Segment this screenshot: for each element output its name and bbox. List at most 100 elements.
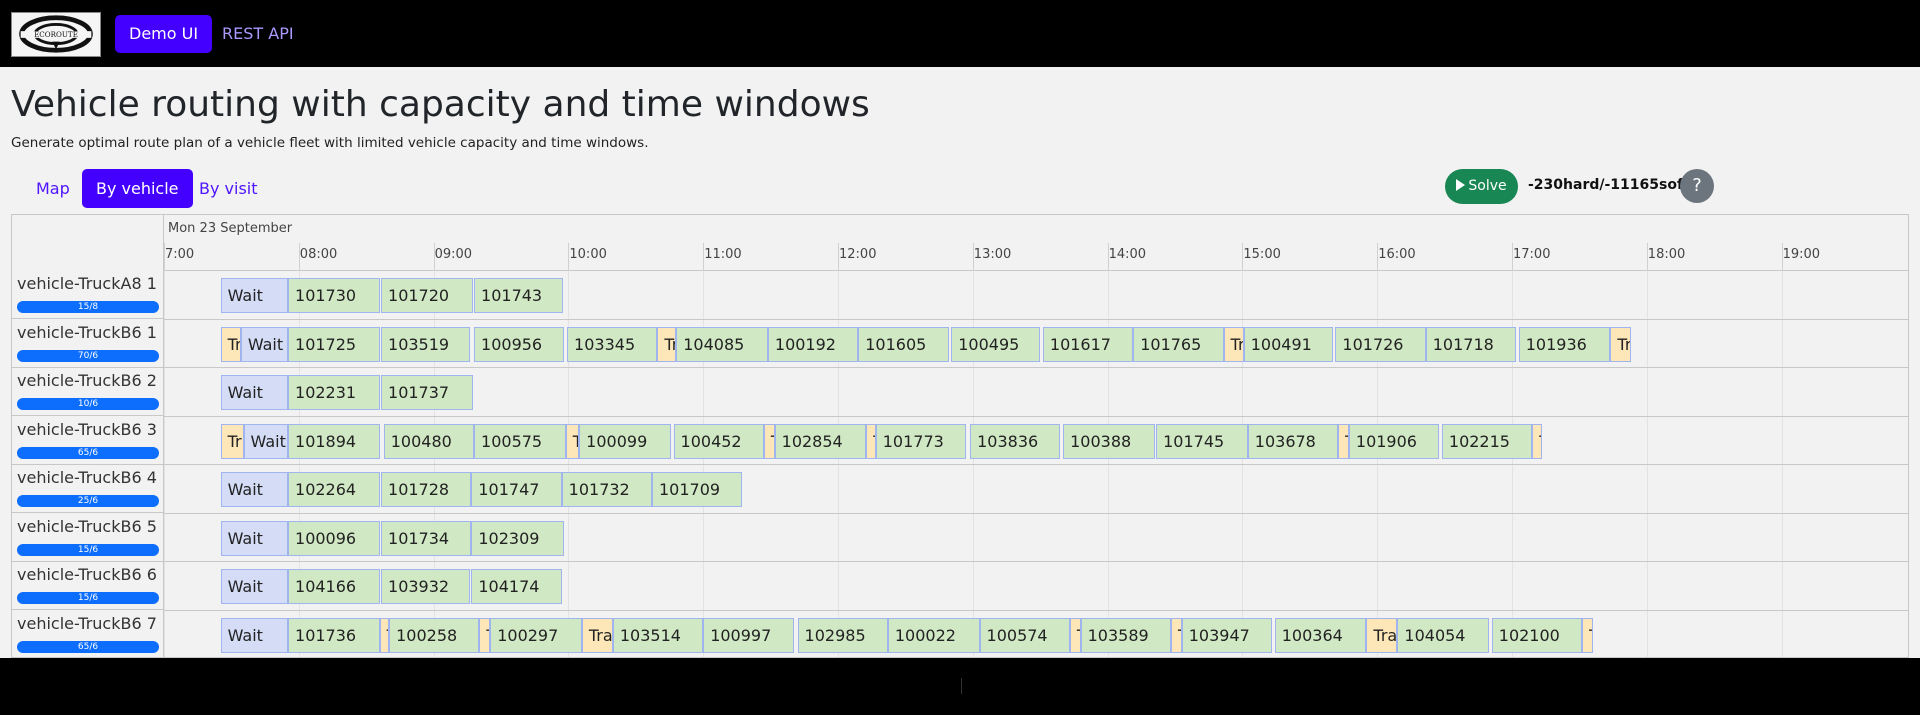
visit-item[interactable]: 104054 [1397,617,1490,653]
visit-item[interactable]: 103678 [1247,423,1339,459]
travel-item[interactable]: T [1582,617,1593,653]
travel-item[interactable]: Tr [220,423,244,459]
travel-item[interactable]: T [479,617,491,653]
visit-item[interactable]: 101936 [1518,326,1611,362]
visit-item[interactable]: 102100 [1491,617,1583,653]
visit-item[interactable]: 104085 [676,326,768,362]
wait-item[interactable]: Wait [220,278,288,313]
wait-item[interactable]: Wait [243,423,288,459]
visit-item[interactable]: 100452 [673,423,764,459]
travel-item[interactable]: T [866,423,876,459]
visit-item[interactable]: 101605 [858,326,949,362]
visit-item[interactable]: 103836 [970,423,1061,459]
visit-item[interactable]: 101725 [288,326,380,362]
visit-item[interactable]: 102854 [774,423,867,459]
visit-item[interactable]: 101728 [381,472,472,507]
travel-item[interactable]: T [1170,617,1182,653]
visit-item[interactable]: 100364 [1274,617,1367,653]
visit-item[interactable]: 101737 [381,375,473,410]
visit-item[interactable]: 101730 [288,278,380,313]
visit-item[interactable]: 100192 [767,326,859,362]
ecoroute-logo[interactable]: ECOROUTE [11,12,101,57]
visit-item[interactable]: 100388 [1063,423,1155,459]
visit-item[interactable]: 101617 [1042,326,1134,362]
hour-tick [1512,243,1513,271]
travel-item[interactable]: Tr [1223,326,1244,362]
visit-item[interactable]: 101709 [651,472,743,507]
visit-item[interactable]: 101732 [561,472,652,507]
visit-item[interactable]: 100956 [474,326,565,362]
visit-item[interactable]: 100491 [1243,326,1333,362]
visit-item[interactable]: 100099 [579,423,671,459]
visit-item[interactable]: 102231 [288,375,380,410]
visit-item[interactable]: 100575 [474,423,566,459]
visit-item[interactable]: 103514 [612,617,704,653]
travel-item[interactable]: T [379,617,390,653]
wait-item[interactable]: Wait [240,326,288,362]
visit-item[interactable]: 101906 [1348,423,1440,459]
timeline-date: Mon 23 September [168,221,293,236]
travel-item[interactable]: T [565,423,580,459]
visit-item[interactable]: 103589 [1080,617,1171,653]
vehicle-row-label: vehicle-TruckB6 4 25/6 [12,465,164,513]
nav-demo-ui[interactable]: Demo UI [115,15,213,53]
vehicle-row-label: vehicle-TruckB6 2 10/6 [12,368,164,416]
travel-item[interactable]: Tr [657,326,677,362]
page-subtitle: Generate optimal route plan of a vehicle… [11,135,649,151]
hour-tick [298,243,300,271]
visit-item[interactable]: 100096 [288,520,380,556]
wait-item[interactable]: Wait [220,375,288,410]
visit-item[interactable]: 101747 [471,472,562,507]
travel-item[interactable]: T [1069,617,1081,653]
tab-by-vehicle[interactable]: By vehicle [82,169,193,208]
travel-item[interactable]: Tra [1366,617,1398,653]
visit-item[interactable]: 102309 [471,520,565,556]
wait-item[interactable]: Wait [220,520,288,556]
travel-item[interactable]: Tr [220,326,241,362]
visit-item[interactable]: 101773 [875,423,967,459]
visit-item[interactable]: 101718 [1425,326,1517,362]
visit-item[interactable]: 100495 [951,326,1041,362]
visit-item[interactable]: 103519 [381,326,470,362]
visit-item[interactable]: 101894 [288,423,380,459]
wait-item[interactable]: Wait [220,617,288,653]
tab-by-visit[interactable]: By visit [185,169,272,208]
visit-item[interactable]: 103947 [1181,617,1273,653]
visit-item[interactable]: 100258 [389,617,480,653]
visit-item[interactable]: 100480 [383,423,475,459]
visit-item[interactable]: 100574 [979,617,1070,653]
travel-item[interactable]: Tra [581,617,613,653]
travel-item[interactable]: T [1338,423,1349,459]
travel-item[interactable]: Tr [1610,326,1631,362]
vehicle-timeline: vehicle-TruckA8 1 15/8 vehicle-TruckB6 1 70… [11,214,1909,658]
visit-item[interactable]: 101745 [1156,423,1248,459]
tab-map[interactable]: Map [22,169,84,208]
capacity-bar: 15/8 [17,301,159,313]
visit-item[interactable]: 100022 [887,617,980,653]
visit-item[interactable]: 101720 [381,278,473,313]
wait-item[interactable]: Wait [220,569,288,604]
wait-item[interactable]: Wait [220,472,288,507]
help-button[interactable]: ? [1680,169,1714,203]
visit-item[interactable]: 103932 [381,569,470,604]
visit-item[interactable]: 103345 [567,326,658,362]
hour-tick [838,243,839,271]
visit-item[interactable]: 100297 [490,617,582,653]
visit-item[interactable]: 102264 [288,472,380,507]
visit-item[interactable]: 101734 [381,520,472,556]
travel-item[interactable]: T [1532,423,1542,459]
travel-item[interactable]: T [763,423,775,459]
visit-item[interactable]: 104166 [288,569,380,604]
visit-item[interactable]: 101736 [288,617,380,653]
visit-item[interactable]: 102215 [1441,423,1533,459]
visit-item[interactable]: 101743 [474,278,563,313]
visit-item[interactable]: 101726 [1335,326,1426,362]
visit-item[interactable]: 104174 [471,569,562,604]
vehicle-name: vehicle-TruckA8 1 [17,274,157,293]
hour-label: 7:00 [165,247,195,262]
visit-item[interactable]: 101765 [1133,326,1224,362]
visit-item[interactable]: 102985 [797,617,888,653]
solve-button[interactable]: Solve [1445,169,1518,204]
nav-rest-api[interactable]: REST API [208,15,308,53]
visit-item[interactable]: 100997 [703,617,794,653]
